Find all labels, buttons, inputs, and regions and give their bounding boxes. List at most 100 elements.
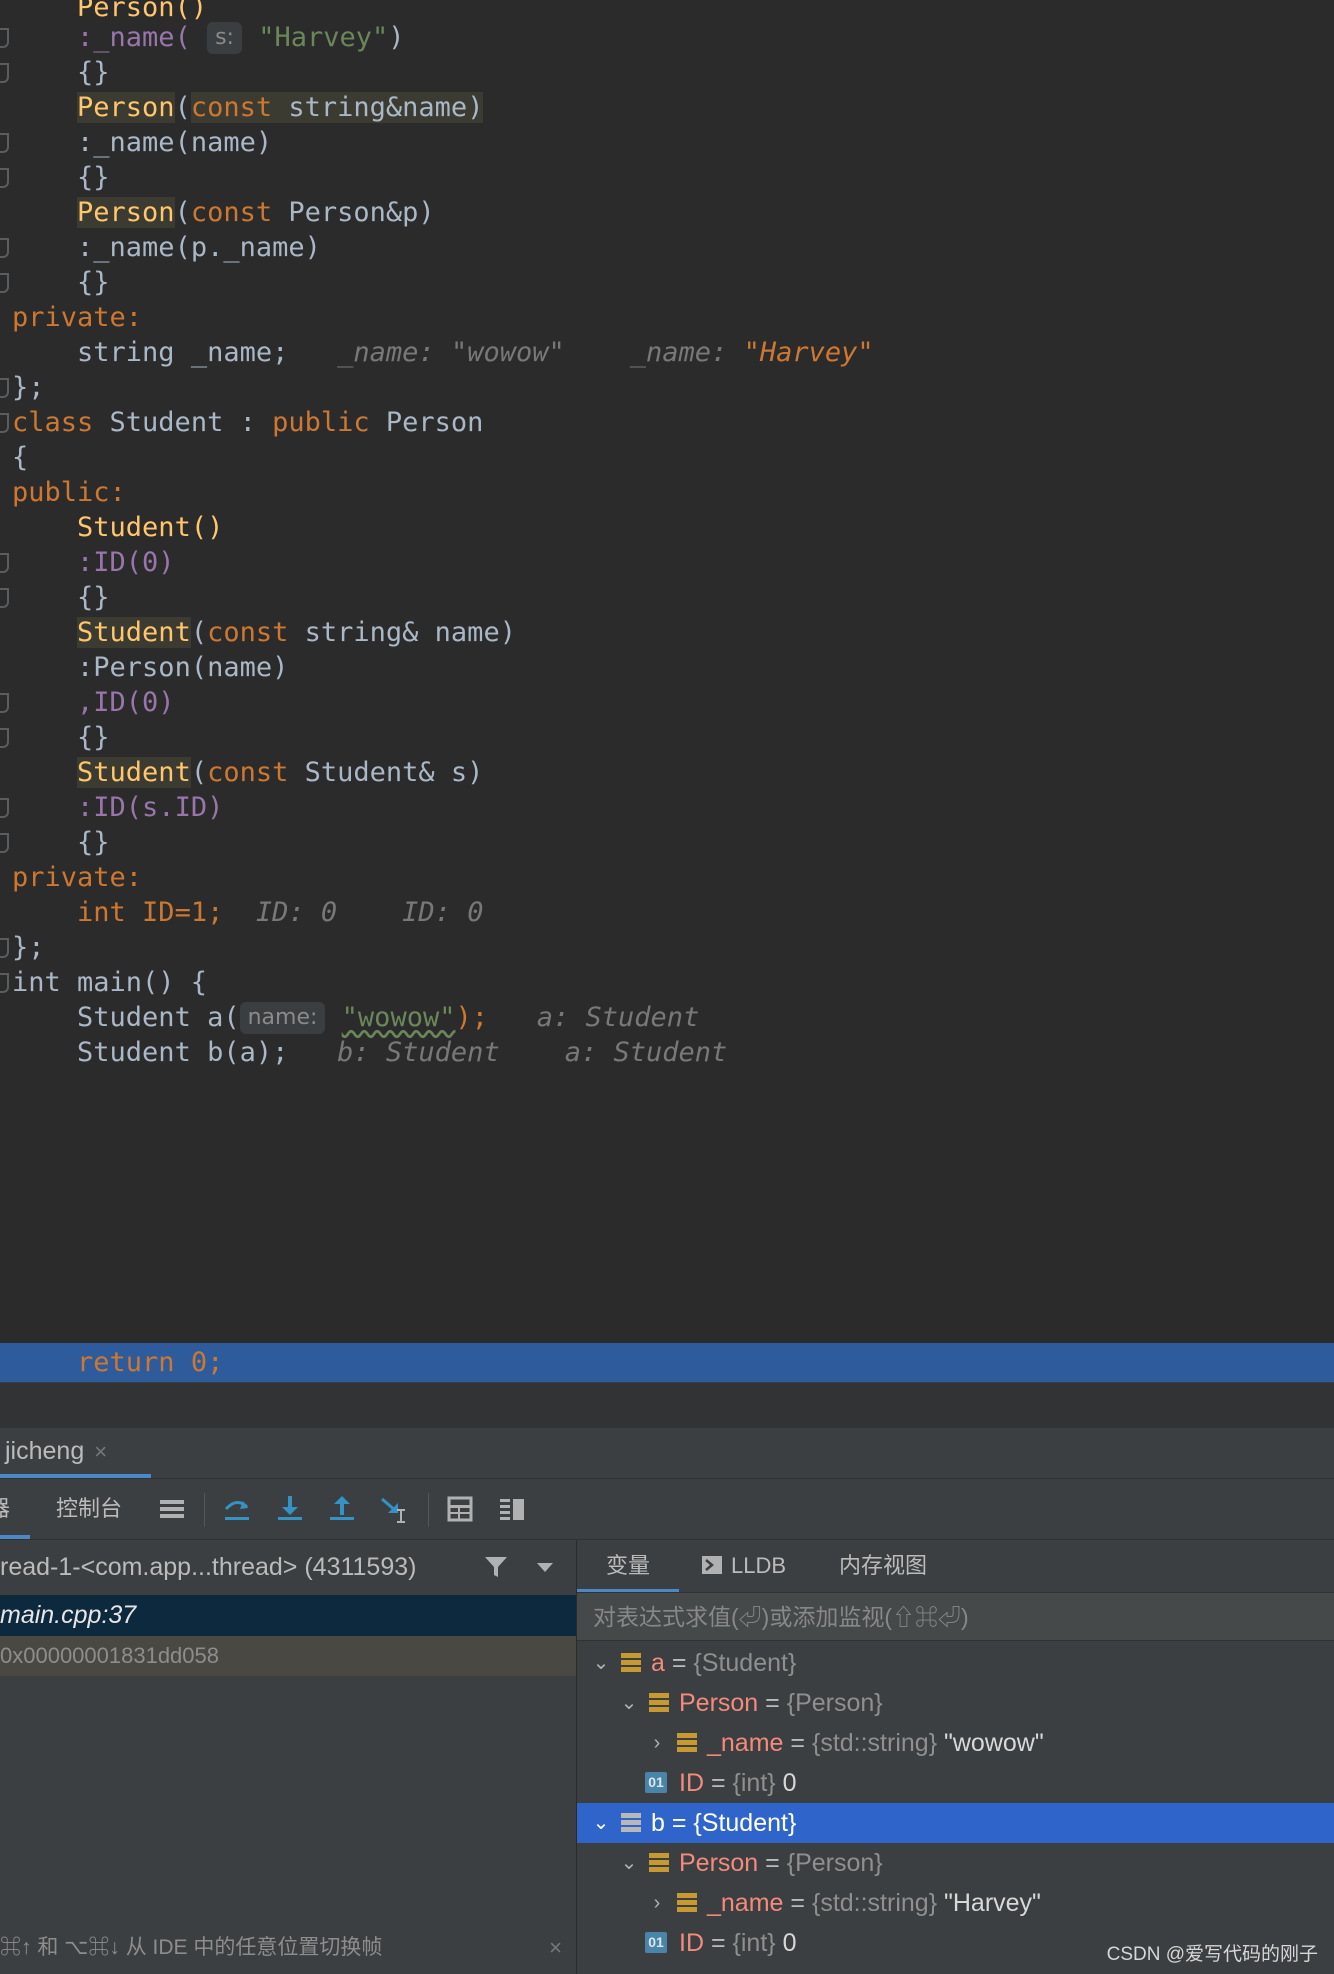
evaluate-expression-input[interactable]: 对表达式求值(⏎)或添加监视(⇧⌘⏎): [577, 1593, 1334, 1641]
tab-label: jicheng: [5, 1437, 85, 1465]
code-token: public:: [12, 477, 126, 508]
close-icon[interactable]: ×: [94, 1439, 107, 1464]
chevron-down-icon[interactable]: ⌄: [591, 1643, 611, 1683]
filter-icon[interactable]: [483, 1554, 509, 1580]
code-token: const: [190, 197, 273, 228]
variable-row[interactable]: › _name = {std::string} "wowow": [577, 1723, 1334, 1763]
equals-sign: =: [710, 1769, 726, 1797]
code-token: ,ID(0): [77, 687, 175, 718]
code-token: :_name(: [77, 22, 191, 53]
code-token: );: [455, 1002, 488, 1033]
code-token: ): [388, 22, 405, 53]
show-frames-icon[interactable]: [156, 1493, 188, 1525]
code-token: {}: [77, 57, 110, 88]
stack-frame-label: 0x00000001831dd058: [0, 1643, 220, 1668]
code-token: public: [272, 407, 370, 438]
variable-value: 0: [782, 1769, 797, 1797]
layout-icon[interactable]: [496, 1493, 528, 1525]
field-icon: [649, 1853, 669, 1873]
code-token: "wowow": [341, 1002, 456, 1033]
variable-type: {Student}: [693, 1809, 797, 1837]
chevron-down-icon[interactable]: ⌄: [619, 1843, 639, 1883]
variable-row[interactable]: ⌄ Person = {Person}: [577, 1843, 1334, 1883]
code-token: {}: [77, 722, 110, 753]
variable-row[interactable]: ⌄ a = {Student}: [577, 1643, 1334, 1683]
chevron-right-icon[interactable]: ›: [647, 1723, 667, 1763]
field-icon: [677, 1733, 697, 1753]
inline-value: _name:: [337, 337, 435, 368]
code-token: int main() {: [12, 967, 208, 998]
inline-value: b: Student: [337, 1037, 500, 1068]
variable-type: {Person}: [786, 1849, 883, 1877]
chevron-down-icon[interactable]: ⌄: [619, 1683, 639, 1723]
int-field-icon: 01: [645, 1772, 667, 1793]
code-editor[interactable]: Person() :_name( s: "Harvey") {} Person(…: [0, 0, 1334, 1382]
code-token: Student b(a);: [77, 1037, 289, 1068]
variable-row-selected[interactable]: ⌄ b = {Student}: [577, 1803, 1334, 1843]
close-icon[interactable]: ×: [549, 1928, 562, 1968]
variable-value: "Harvey": [944, 1889, 1041, 1917]
variable-name: _name: [707, 1729, 784, 1757]
code-token: };: [12, 932, 45, 963]
inline-value: a: Student: [564, 1037, 728, 1068]
run-to-cursor-icon[interactable]: [378, 1493, 410, 1525]
code-token: string& name): [288, 617, 516, 648]
inline-value: ID: 0: [255, 897, 338, 928]
code-token: Student& s): [288, 757, 484, 788]
stack-frame-row[interactable]: main.cpp:37: [0, 1595, 576, 1636]
step-out-icon[interactable]: [326, 1493, 358, 1525]
tab-debugger[interactable]: 器: [0, 1479, 30, 1539]
field-icon: [621, 1813, 641, 1833]
code-token: {}: [77, 162, 110, 193]
code-token: };: [12, 372, 45, 403]
code-token: :ID(s.ID): [77, 792, 224, 823]
code-token: class: [12, 407, 94, 438]
debug-toolbar: 器 控制台: [0, 1479, 1334, 1540]
tab-lldb-label: LLDB: [731, 1553, 787, 1578]
tab-lldb[interactable]: LLDB: [701, 1540, 786, 1592]
code-token: Student(): [77, 512, 224, 543]
variable-type: {Person}: [786, 1689, 883, 1717]
stack-frame-row[interactable]: 0x00000001831dd058: [0, 1636, 576, 1676]
variable-row[interactable]: › _name = {std::string} "Harvey": [577, 1883, 1334, 1923]
debug-tab-bar: jicheng ×: [0, 1428, 1334, 1479]
frames-panel: read-1-<com.app...thread> (4311593) main…: [0, 1540, 577, 1974]
equals-sign: =: [765, 1689, 780, 1717]
step-into-icon[interactable]: [274, 1493, 306, 1525]
int-field-icon: 01: [645, 1932, 667, 1953]
panel-separator[interactable]: [0, 1382, 1334, 1429]
code-token: const: [207, 757, 289, 788]
code-line: Student b(a); b: Student a: Student: [0, 1031, 1334, 1075]
chevron-down-icon[interactable]: [536, 1560, 554, 1574]
code-token: {}: [77, 582, 110, 613]
code-token: string _name;: [77, 337, 289, 368]
chevron-down-icon[interactable]: ⌄: [591, 1803, 611, 1843]
variable-row[interactable]: ⌄ Person = {Person}: [577, 1683, 1334, 1723]
variable-row[interactable]: 01 ID = {int} 0: [577, 1763, 1334, 1803]
debug-session-tab[interactable]: jicheng ×: [0, 1428, 151, 1478]
variables-tab-bar: 变量 LLDB 内存视图: [577, 1540, 1334, 1593]
evaluate-expression-icon[interactable]: [444, 1493, 476, 1525]
tab-variables[interactable]: 变量: [577, 1540, 679, 1592]
code-token: :ID(0): [77, 547, 175, 578]
thread-selector[interactable]: read-1-<com.app...thread> (4311593): [0, 1540, 576, 1594]
code-token: :_name(name): [77, 127, 273, 158]
variable-name: b: [651, 1809, 665, 1837]
inline-value: "wowow": [450, 337, 565, 368]
equals-sign: =: [765, 1849, 780, 1877]
chevron-right-icon[interactable]: ›: [647, 1883, 667, 1923]
tab-memory-view[interactable]: 内存视图: [839, 1540, 927, 1592]
variable-type: {std::string}: [811, 1729, 938, 1757]
current-execution-line[interactable]: return 0;: [0, 1344, 1334, 1382]
variable-name: ID: [679, 1929, 704, 1957]
code-token: Person: [369, 407, 484, 438]
code-token: private:: [12, 302, 143, 333]
step-over-icon[interactable]: [221, 1493, 253, 1525]
frames-hint: ⌘↑ 和 ⌥⌘↓ 从 IDE 中的任意位置切换帧 ×: [0, 1928, 576, 1968]
code-token: {: [12, 442, 29, 473]
variable-value: "wowow": [944, 1729, 1044, 1757]
variable-name: _name: [707, 1889, 784, 1917]
tab-console[interactable]: 控制台: [56, 1479, 122, 1539]
inline-value: _name:: [629, 337, 728, 368]
code-token: private:: [12, 862, 143, 893]
